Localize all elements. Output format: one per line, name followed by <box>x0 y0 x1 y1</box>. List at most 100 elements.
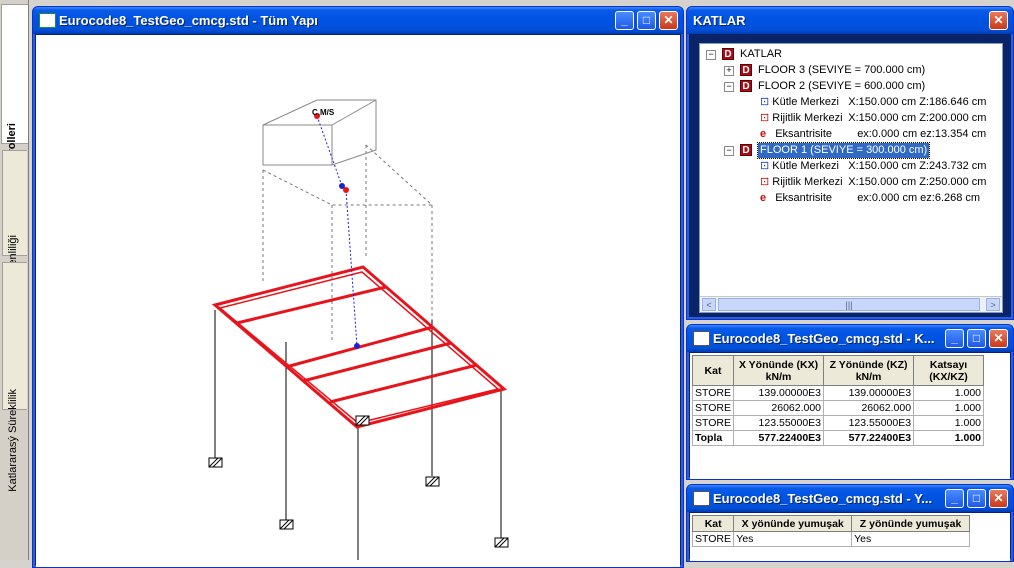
column-header[interactable]: Kat <box>692 355 734 386</box>
column-header[interactable]: Z yönünde yumuşak <box>851 515 970 532</box>
horizontal-scrollbar[interactable]: < ||| > <box>700 296 1002 312</box>
close-button[interactable]: ✕ <box>659 11 678 30</box>
collapse-toggle[interactable]: − <box>706 50 716 60</box>
tree-item-rigidity-center[interactable]: ⊡ Rijitlik Merkezi X:150.000 cm Z:250.000… <box>760 175 1000 190</box>
close-button[interactable]: ✕ <box>989 489 1008 508</box>
table-cell: 1.000 <box>913 415 984 431</box>
mass-center-marker <box>343 187 349 193</box>
tree-item-floor2[interactable]: FLOOR 2 (SEVIYE = 600.000 cm) <box>758 79 925 94</box>
table-header-row: Kat X yönünde yumuşak Z yönünde yumuşak <box>691 515 970 532</box>
model-view-titlebar[interactable]: Eurocode8_TestGeo_cmcg.std - Tüm Yapı _ … <box>33 7 683 34</box>
table-cell: Yes <box>851 531 970 547</box>
soft-storey-table: Kat X yönünde yumuşak Z yönünde yumuşak … <box>691 515 970 547</box>
eccentricity-icon: e <box>760 128 767 140</box>
tab-rigidity-controls[interactable]: Rijitlik Kontrolleri <box>1 4 28 215</box>
table-cell: 26062.000 <box>823 400 915 416</box>
collapse-toggle[interactable]: − <box>724 146 734 156</box>
tab-label: Katlararasý Süreklilik <box>7 389 19 492</box>
table-row[interactable]: STORE 123.55000E3 123.55000E3 1.000 <box>692 415 984 431</box>
table-icon <box>693 491 710 506</box>
mass-center-icon: ⊡ <box>760 96 770 108</box>
soft-storey-table-area: Kat X yönünde yumuşak Z yönünde yumuşak … <box>690 513 1010 561</box>
model-view-window: Eurocode8_TestGeo_cmcg.std - Tüm Yapı _ … <box>32 6 684 568</box>
tree-item-rigidity-center[interactable]: ⊡ Rijitlik Merkezi X:150.000 cm Z:200.000… <box>760 111 1000 126</box>
table-cell: 577.22400E3 <box>823 430 915 446</box>
tab-plan-regularity[interactable]: Plan Düzenliliği <box>2 150 27 310</box>
table-cell: 577.22400E3 <box>732 430 825 446</box>
table-cell: 26062.000 <box>732 400 825 416</box>
top-box-edge <box>331 99 377 126</box>
center-label: C.M/S <box>312 108 335 117</box>
soft-storey-title: Eurocode8_TestGeo_cmcg.std - Y... <box>713 491 933 506</box>
column-header[interactable]: Kat <box>691 515 735 532</box>
column-header[interactable]: Z Yönünde (KZ) kN/m <box>823 355 915 386</box>
rigidity-center-icon: ⊡ <box>760 112 770 124</box>
side-tab-strip: Rijitlik Kontrolleri Plan Düzenliliği Ka… <box>0 0 29 560</box>
table-cell: STORE <box>692 385 734 401</box>
mass-center-icon: ⊡ <box>760 160 770 172</box>
close-button[interactable]: ✕ <box>989 329 1008 348</box>
soft-storey-titlebar[interactable]: Eurocode8_TestGeo_cmcg.std - Y... _ □ ✕ <box>687 485 1013 512</box>
tree-item-eccentricity[interactable]: e Eksantrisite ex:0.000 cm ez:6.268 cm <box>760 191 1000 206</box>
window-icon <box>39 13 56 28</box>
table-cell: 123.55000E3 <box>732 415 825 431</box>
floor-beam <box>329 363 478 404</box>
maximize-button[interactable]: □ <box>967 489 986 508</box>
table-icon <box>693 331 710 346</box>
center-dashed-line <box>316 115 358 347</box>
column-header[interactable]: Katsayı (KX/KZ) <box>913 355 984 386</box>
table-cell: Topla <box>692 430 734 446</box>
minimize-button[interactable]: _ <box>945 489 964 508</box>
tree-item-mass-center[interactable]: ⊡ Kütle Merkezi X:150.000 cm Z:243.732 cm <box>760 159 1000 174</box>
table-cell: 1.000 <box>913 400 984 416</box>
stiffness-table-area: Kat X Yönünde (KX) kN/m Z Yönünde (KZ) k… <box>690 353 1010 479</box>
floor-icon: D <box>740 144 752 156</box>
tree-item-mass-center[interactable]: ⊡ Kütle Merkezi X:150.000 cm Z:186.646 cm <box>760 95 1000 110</box>
table-row[interactable]: STORE 26062.000 26062.000 1.000 <box>692 400 984 416</box>
column-header[interactable]: X yönünde yumuşak <box>733 515 853 532</box>
table-total-row[interactable]: Topla 577.22400E3 577.22400E3 1.000 <box>692 430 984 446</box>
rigidity-center-marker <box>354 343 360 349</box>
close-button[interactable]: ✕ <box>989 11 1008 30</box>
column-header[interactable]: X Yönünde (KX) kN/m <box>732 355 825 386</box>
collapse-toggle[interactable]: − <box>724 82 734 92</box>
structure-3d-drawing: C.M/S <box>208 99 509 560</box>
stiffness-window: Eurocode8_TestGeo_cmcg.std - K... _ □ ✕ … <box>686 324 1014 480</box>
scroll-thumb[interactable]: ||| <box>718 298 980 311</box>
floors-titlebar[interactable]: KATLAR ✕ <box>687 7 1013 34</box>
table-cell: 139.00000E3 <box>732 385 825 401</box>
table-cell: 1.000 <box>913 430 984 446</box>
floor-group-icon: D <box>722 48 734 60</box>
tab-storey-continuity[interactable]: Katlararasý Süreklilik <box>2 262 27 492</box>
stiffness-titlebar[interactable]: Eurocode8_TestGeo_cmcg.std - K... _ □ ✕ <box>687 325 1013 352</box>
soft-storey-window: Eurocode8_TestGeo_cmcg.std - Y... _ □ ✕ … <box>686 484 1014 562</box>
stiffness-title: Eurocode8_TestGeo_cmcg.std - K... <box>713 331 935 346</box>
scroll-left-button[interactable]: < <box>702 298 716 311</box>
table-row[interactable]: STORE 139.00000E3 139.00000E3 1.000 <box>692 385 984 401</box>
floors-title: KATLAR <box>693 13 746 28</box>
eccentricity-icon: e <box>760 192 767 204</box>
model-view-title: Eurocode8_TestGeo_cmcg.std - Tüm Yapı <box>59 13 318 28</box>
table-cell: 139.00000E3 <box>823 385 915 401</box>
expand-toggle[interactable]: + <box>724 66 734 76</box>
stiffness-table: Kat X Yönünde (KX) kN/m Z Yönünde (KZ) k… <box>692 355 984 446</box>
table-cell: 1.000 <box>913 385 984 401</box>
minimize-button[interactable]: _ <box>945 329 964 348</box>
floors-tree-window: KATLAR ✕ − D KATLAR + D FLOOR 3 (SEVIYE … <box>686 6 1014 320</box>
center-line <box>314 113 360 349</box>
tree-item-eccentricity[interactable]: e Eksantrisite ex:0.000 cm ez:13.354 cm <box>760 127 1000 142</box>
table-row[interactable]: STORE Yes Yes <box>691 531 970 547</box>
tree-item-floor3[interactable]: FLOOR 3 (SEVIYE = 700.000 cm) <box>758 63 925 78</box>
tree-root-label[interactable]: KATLAR <box>740 47 782 62</box>
model-canvas[interactable]: C.M/S <box>36 35 680 567</box>
floor-beam <box>302 341 452 383</box>
floors-tree[interactable]: − D KATLAR + D FLOOR 3 (SEVIYE = 700.000… <box>699 43 1003 313</box>
scroll-right-button[interactable]: > <box>986 298 1000 311</box>
rigidity-center-icon: ⊡ <box>760 176 770 188</box>
tree-item-floor1[interactable]: FLOOR 1 (SEVIYE = 300.000 cm) <box>756 142 931 159</box>
maximize-button[interactable]: □ <box>967 329 986 348</box>
table-cell: STORE <box>691 531 735 547</box>
minimize-button[interactable]: _ <box>615 11 634 30</box>
maximize-button[interactable]: □ <box>637 11 656 30</box>
floor-icon: D <box>740 64 752 76</box>
